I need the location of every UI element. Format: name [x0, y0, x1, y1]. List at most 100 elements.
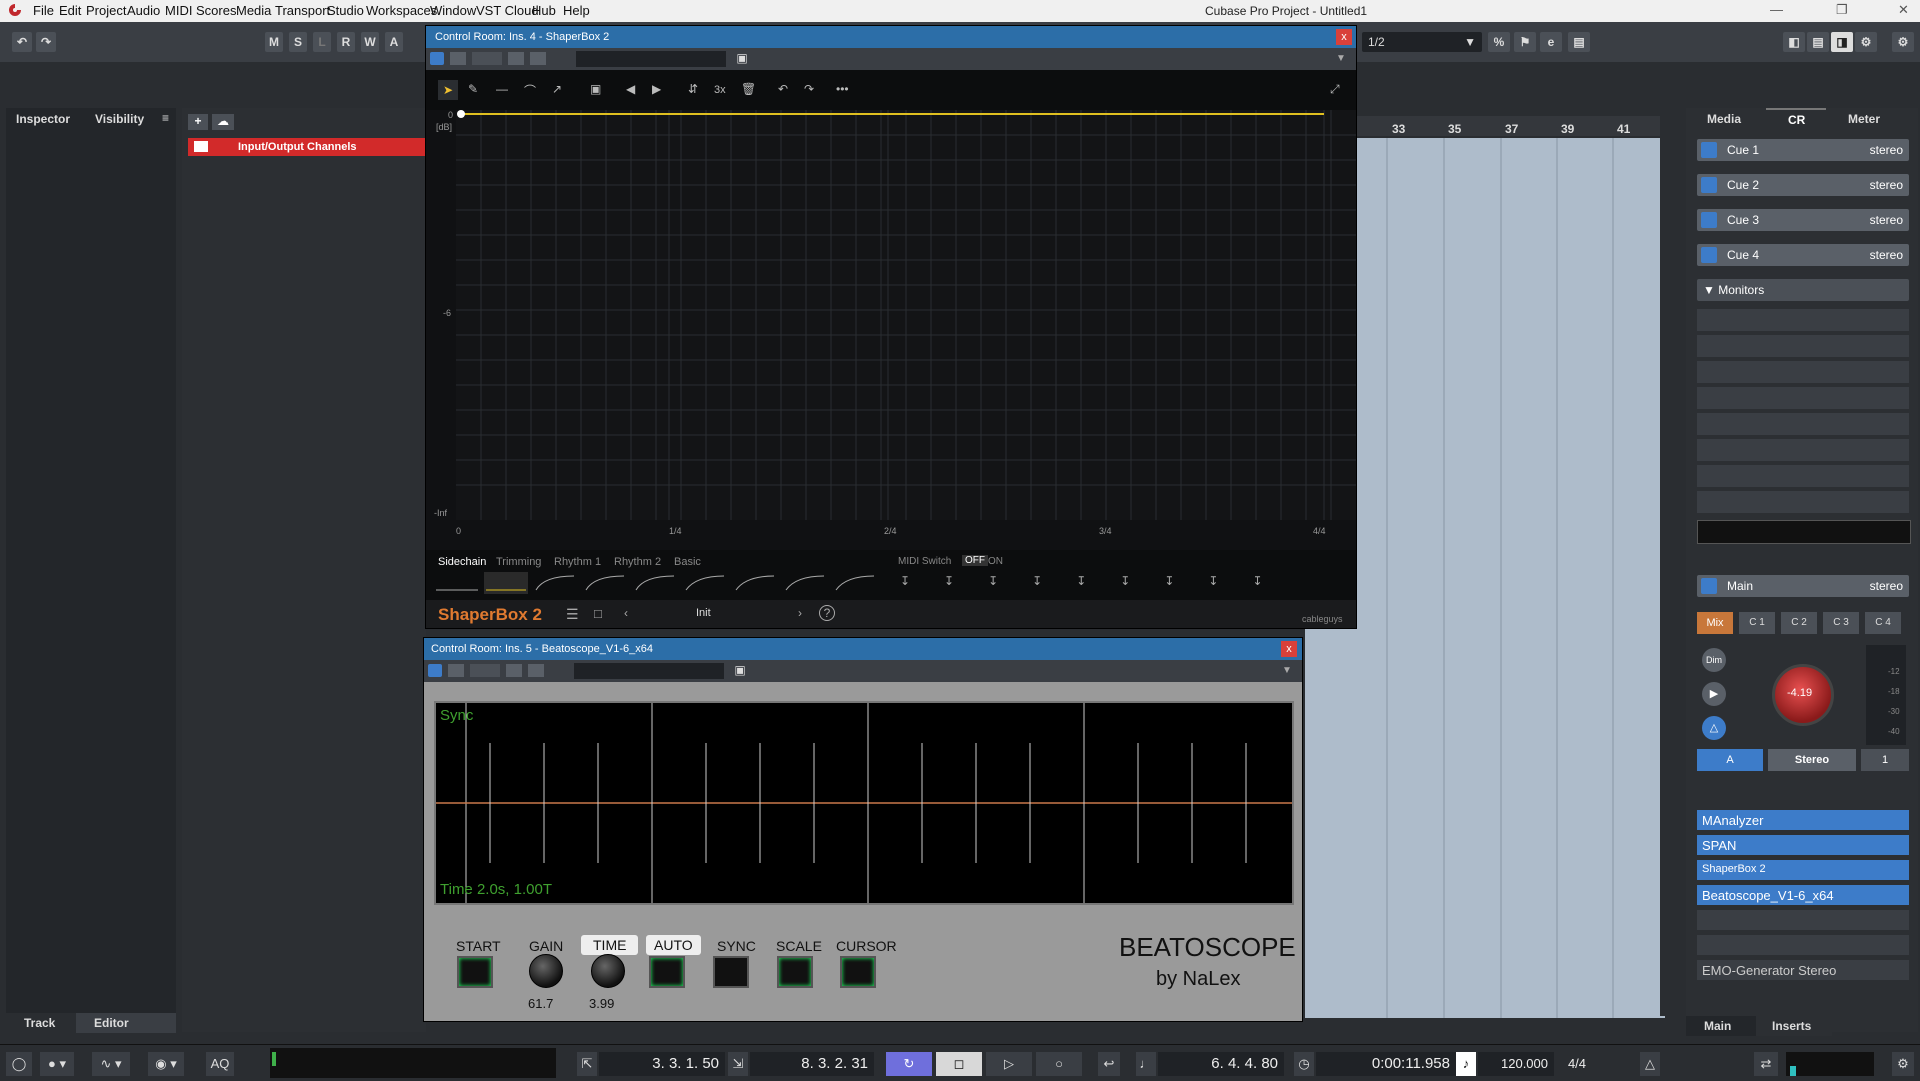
monitor-volume-knob[interactable]: -4.19	[1772, 664, 1834, 726]
prev-preset-icon[interactable]: ‹	[624, 606, 628, 620]
sync-button[interactable]	[713, 956, 749, 988]
cue-4[interactable]: Cue 4 stereo	[1697, 244, 1909, 266]
project-window-icon[interactable]: ▤	[1568, 32, 1590, 52]
menu-midi[interactable]: MIDI	[165, 3, 192, 18]
menu-project[interactable]: Project	[86, 3, 126, 18]
insert-slot-1[interactable]: MAnalyzer	[1697, 810, 1909, 830]
time-label[interactable]: TIME	[581, 935, 639, 955]
shape-thumbnails[interactable]	[434, 572, 890, 594]
tempo-track-icon[interactable]: ♪	[1456, 1052, 1476, 1076]
start-button[interactable]	[457, 956, 493, 988]
tab-rhythm1[interactable]: Rhythm 1	[554, 556, 601, 568]
shift-right-icon[interactable]: ▶	[652, 82, 661, 96]
select-all-icon[interactable]: ▣	[590, 82, 601, 96]
clock-icon[interactable]: ◷	[1294, 1052, 1314, 1076]
insert-slot-3[interactable]: ShaperBox 2	[1697, 860, 1909, 880]
power-icon[interactable]	[1701, 212, 1717, 228]
insert-slot-4[interactable]: Beatoscope_V1-6_x64	[1697, 885, 1909, 905]
redo-icon[interactable]: ↷	[804, 82, 814, 96]
auto-label[interactable]: AUTO	[646, 935, 701, 955]
menu-file[interactable]: File	[33, 3, 54, 18]
cue2-button[interactable]: C 2	[1781, 612, 1817, 634]
menu-workspaces[interactable]: Workspaces	[366, 3, 437, 18]
shaperbox-close-icon[interactable]: x	[1336, 29, 1352, 45]
bypass-icon[interactable]	[450, 52, 466, 65]
insert-slot-6[interactable]	[1697, 935, 1909, 955]
dim-button[interactable]: Dim	[1702, 648, 1726, 672]
gain-knob[interactable]	[529, 954, 563, 988]
undo-icon[interactable]: ↶	[778, 82, 788, 96]
gear-icon[interactable]: ⚙	[1892, 32, 1914, 52]
menu-hub[interactable]: Hub	[532, 3, 556, 18]
aq-button[interactable]: AQ	[206, 1052, 234, 1076]
menu-audio[interactable]: Audio	[127, 3, 160, 18]
right-locator-icon[interactable]: ⇲	[728, 1052, 748, 1076]
pencil-tool-icon[interactable]: ✎	[468, 82, 478, 96]
primary-time-display[interactable]: 6. 4. 4. 80	[1158, 1052, 1284, 1076]
listen-button[interactable]: L	[313, 32, 331, 52]
undo-icon[interactable]: ↶	[12, 32, 32, 52]
midi-download-icons[interactable]: ↧↧↧↧↧↧↧↧↧	[900, 574, 1350, 592]
oscilloscope-display[interactable]: Sync Time 2.0s, 1.00T	[434, 701, 1294, 905]
transport-settings-icon[interactable]: ⚙	[1892, 1052, 1914, 1076]
secondary-time-display[interactable]: 0:00:11.958	[1316, 1052, 1456, 1076]
cue-3[interactable]: Cue 3 stereo	[1697, 209, 1909, 231]
trash-icon[interactable]: 🗑	[741, 82, 756, 96]
tab-cr[interactable]: CR	[1766, 108, 1826, 132]
talkback-icon[interactable]: ▶	[1702, 682, 1726, 706]
sync-icon[interactable]: ⇄	[1754, 1052, 1778, 1076]
ramp-tool-icon[interactable]: ↗	[552, 82, 562, 96]
cue-2[interactable]: Cue 2 stereo	[1697, 174, 1909, 196]
minimize-icon[interactable]: —	[1770, 2, 1783, 17]
hamburger-icon[interactable]: ☰	[566, 606, 579, 623]
metronome-icon[interactable]: △	[1702, 716, 1726, 740]
tab-inserts[interactable]: Inserts	[1756, 1016, 1832, 1036]
scale-button[interactable]	[777, 956, 813, 988]
read-automation-button[interactable]: R	[337, 32, 355, 52]
help-icon[interactable]: ?	[819, 605, 835, 621]
automation-mode-button[interactable]: A	[385, 32, 403, 52]
bypass-icon[interactable]	[448, 664, 464, 677]
cue4-button[interactable]: C 4	[1865, 612, 1901, 634]
monitors-header[interactable]: ▼ Monitors	[1697, 279, 1909, 301]
header-menu-icon[interactable]: ▼	[1336, 53, 1348, 65]
compare-icon[interactable]	[506, 664, 522, 677]
power-icon[interactable]	[1701, 247, 1717, 263]
power-icon[interactable]	[1701, 177, 1717, 193]
iterative-quantize-icon[interactable]: e	[1540, 32, 1562, 52]
line-tool-icon[interactable]: —	[496, 82, 508, 96]
cue1-button[interactable]: C 1	[1739, 612, 1775, 634]
shape-point[interactable]	[457, 110, 465, 118]
header-menu-icon[interactable]: ▼	[1282, 665, 1294, 677]
auto-button[interactable]	[649, 956, 685, 988]
menu-vst-cloud[interactable]: VST Cloud	[476, 3, 539, 18]
midi-on-button[interactable]: ON	[988, 556, 1003, 567]
midi-off-button[interactable]: OFF	[962, 555, 988, 566]
punch-icon[interactable]: ◉ ▾	[148, 1052, 184, 1076]
beatoscope-titlebar[interactable]: Control Room: Ins. 5 - Beatoscope_V1-6_x…	[424, 638, 1302, 660]
flip-icon[interactable]: ⇵	[688, 82, 698, 96]
add-track-menu-icon[interactable]: ☁	[212, 114, 234, 130]
preset-selector[interactable]	[574, 663, 724, 679]
main-monitor[interactable]: Main stereo	[1697, 575, 1909, 597]
signature-display[interactable]: 4/4	[1560, 1052, 1600, 1076]
tab-trimming[interactable]: Trimming	[496, 556, 541, 568]
preset-name[interactable]: Init	[696, 607, 711, 619]
tab-basic[interactable]: Basic	[674, 556, 701, 568]
triplet-3x-button[interactable]: 3x	[714, 84, 726, 96]
audio-waveform-icon[interactable]: ∿ ▾	[92, 1052, 130, 1076]
menu-edit[interactable]: Edit	[59, 3, 81, 18]
cue-1[interactable]: Cue 1 stereo	[1697, 139, 1909, 161]
record-icon[interactable]: ○	[1036, 1052, 1082, 1076]
inspector-menu-icon[interactable]: ≡	[162, 111, 169, 125]
insert-slot-2[interactable]: SPAN	[1697, 835, 1909, 855]
close-window-icon[interactable]: ✕	[1898, 2, 1909, 18]
tab-meter[interactable]: Meter	[1848, 112, 1880, 126]
menu-window[interactable]: Window	[430, 3, 476, 18]
write-automation-button[interactable]: W	[361, 32, 379, 52]
cue3-button[interactable]: C 3	[1823, 612, 1859, 634]
menu-media[interactable]: Media	[236, 3, 271, 18]
downmix-stereo-button[interactable]: Stereo	[1768, 749, 1856, 771]
settings-icon[interactable]: ⚙	[1855, 32, 1877, 52]
tab-media[interactable]: Media	[1707, 112, 1741, 126]
